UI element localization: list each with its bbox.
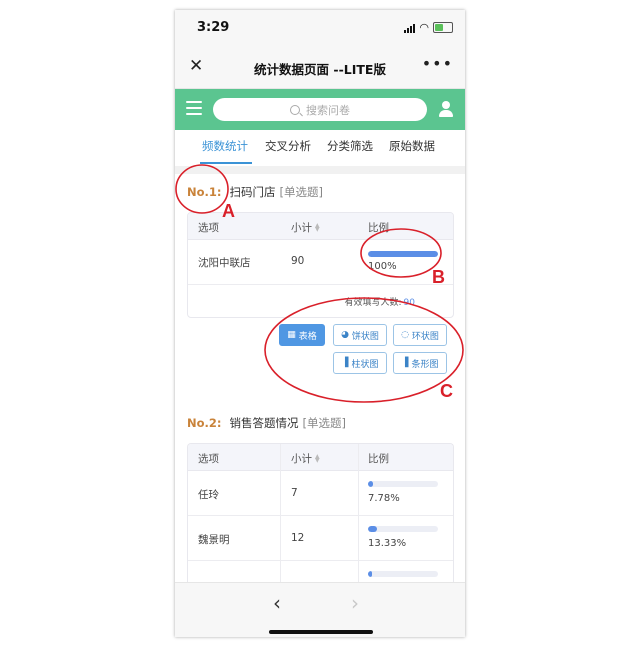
question-type: [单选题]	[302, 416, 346, 430]
annotation-label-a: A	[222, 201, 235, 221]
user-icon[interactable]	[439, 101, 453, 117]
table-icon: ▦	[287, 330, 296, 340]
status-bar: 3:29 ◠	[175, 10, 465, 46]
sort-icon: ▲ ▼	[315, 453, 320, 464]
bar-chart-button[interactable]: ▐ 条形图	[393, 352, 447, 374]
row-option: 沈阳中联店	[198, 257, 251, 269]
battery-icon	[433, 22, 453, 33]
annotation-label-c: C	[440, 381, 453, 401]
question-type: [单选题]	[279, 185, 323, 199]
ratio-bar	[368, 481, 438, 487]
forward-arrow-icon[interactable]: ›	[351, 591, 359, 615]
column-chart-button[interactable]: ▐ 柱状图	[333, 352, 387, 374]
question-1-title: No.1: 扫码门店 [单选题]	[187, 184, 323, 200]
ratio-bar	[368, 251, 438, 257]
row-ratio: 100%	[368, 261, 397, 272]
row-ratio: 7.78%	[368, 493, 400, 504]
nav-bar: ✕ 统计数据页面 --LITE版 •••	[175, 46, 465, 89]
pie-icon: ◕	[341, 330, 349, 340]
tab-active-indicator	[200, 162, 252, 164]
table-row: 魏景明 12 13.33%	[188, 516, 453, 561]
header-count[interactable]: 小计 ▲ ▼	[291, 451, 320, 466]
tab-bar: 频数统计 交叉分析 分类筛选 原始数据	[175, 130, 465, 166]
row-option: 任玲	[198, 489, 219, 501]
ratio-bar-fill	[368, 526, 378, 532]
ring-icon: ◌	[401, 330, 409, 340]
bottom-bar: ‹ ›	[175, 582, 465, 637]
valid-count-value: 90	[403, 298, 415, 308]
question-2-title: No.2: 销售答题情况 [单选题]	[187, 415, 346, 431]
menu-icon[interactable]	[186, 101, 202, 115]
valid-count: 有效填写人数: 90	[344, 298, 416, 308]
bar-chart-icon: ▐	[341, 358, 349, 368]
header-ratio: 比例	[368, 222, 389, 234]
more-icon[interactable]: •••	[422, 54, 453, 73]
table-row: 任玲 7 7.78%	[188, 471, 453, 516]
row-count: 90	[291, 255, 305, 267]
section-divider	[175, 166, 465, 174]
column-divider	[280, 444, 281, 594]
table-row: 沈阳中联店 90 100%	[188, 240, 453, 285]
status-icons: ◠	[404, 22, 453, 33]
search-placeholder: 搜索问卷	[306, 103, 350, 117]
question-2-table: 选项 小计 ▲ ▼ 比例 任玲 7 7.78% 魏景明 12 13.33%	[187, 443, 454, 594]
pie-chart-button[interactable]: ◕ 饼状图	[333, 324, 387, 346]
tab-frequency[interactable]: 频数统计	[202, 138, 248, 154]
table-header: 选项 小计 ▲ ▼ 比例	[188, 444, 453, 471]
ratio-bar-fill	[368, 481, 374, 487]
table-footer: 有效填写人数: 90	[188, 285, 453, 317]
row-count: 12	[291, 532, 305, 544]
question-1-table: 选项 小计 ▲ ▼ 比例 沈阳中联店 90 100% 有效填写人数: 90	[187, 212, 454, 318]
wifi-icon: ◠	[419, 20, 429, 34]
tab-raw-data[interactable]: 原始数据	[389, 138, 435, 154]
bar-horizontal-icon: ▐	[401, 358, 409, 368]
ratio-bar-fill	[368, 251, 438, 257]
row-count: 7	[291, 487, 298, 499]
search-input[interactable]: 搜索问卷	[213, 98, 427, 121]
search-icon	[290, 104, 300, 115]
question-number: No.1:	[187, 185, 222, 199]
question-number: No.2:	[187, 416, 222, 430]
back-arrow-icon[interactable]: ‹	[273, 591, 281, 615]
question-text: 销售答题情况	[229, 416, 299, 430]
ring-chart-button[interactable]: ◌ 环状图	[393, 324, 447, 346]
annotation-label-b: B	[432, 267, 445, 287]
phone-screen: 3:29 ◠ ✕ 统计数据页面 --LITE版 ••• 搜索问卷 频数统计 交叉…	[175, 10, 465, 637]
sort-icon: ▲ ▼	[315, 222, 320, 233]
toolbar: 搜索问卷	[175, 89, 465, 130]
row-ratio: 13.33%	[368, 538, 407, 549]
status-time: 3:29	[197, 20, 230, 35]
tab-cross-analysis[interactable]: 交叉分析	[265, 138, 311, 154]
ratio-bar	[368, 571, 438, 577]
header-option: 选项	[198, 453, 219, 465]
signal-icon	[404, 23, 416, 33]
header-ratio: 比例	[368, 453, 389, 465]
ratio-bar-fill	[368, 571, 372, 577]
question-text: 扫码门店	[229, 185, 276, 199]
header-option: 选项	[198, 222, 219, 234]
home-indicator	[269, 630, 373, 634]
tab-filter[interactable]: 分类筛选	[327, 138, 373, 154]
row-option: 魏景明	[198, 534, 230, 546]
header-count[interactable]: 小计 ▲ ▼	[291, 220, 320, 235]
ratio-bar	[368, 526, 438, 532]
column-divider	[358, 444, 359, 594]
table-view-button[interactable]: ▦ 表格	[279, 324, 325, 346]
